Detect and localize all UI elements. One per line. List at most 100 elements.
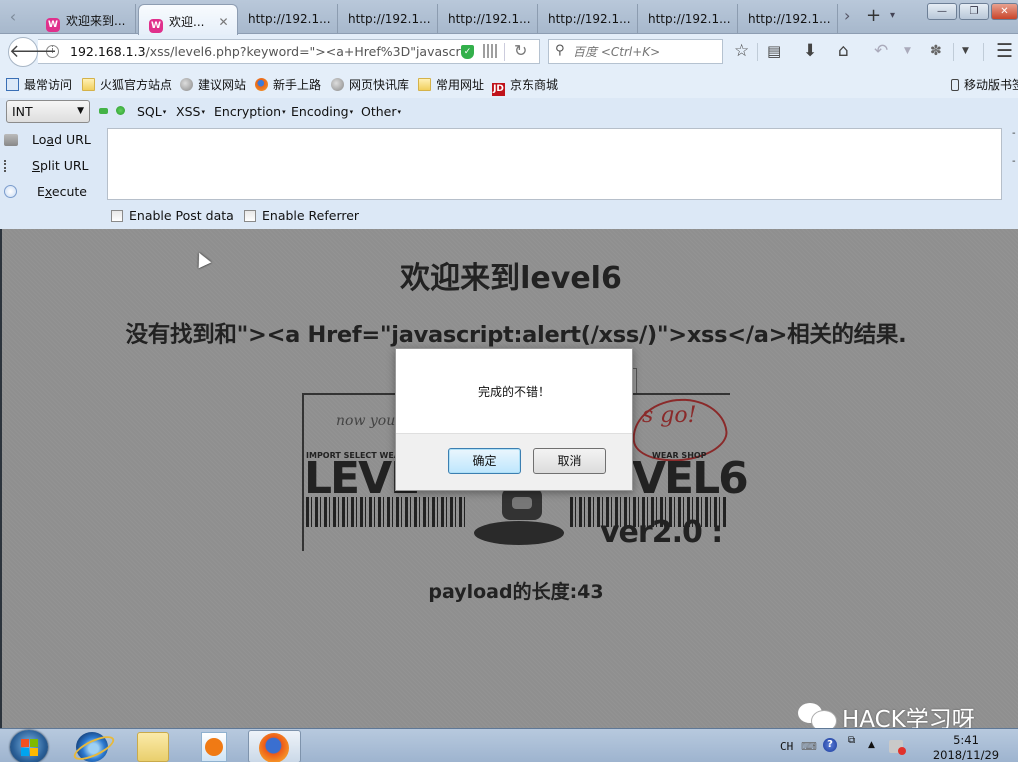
- firebug-icon[interactable]: ✽: [930, 41, 942, 61]
- home-icon[interactable]: ⌂: [838, 41, 849, 61]
- bookmark-getting-started[interactable]: 新手上路: [255, 76, 321, 93]
- tab-1[interactable]: W 欢迎来到...: [36, 4, 136, 34]
- tab-close-icon[interactable]: ✕: [218, 15, 228, 29]
- alert-dialog: 完成的不错！ 确定 取消: [395, 348, 633, 491]
- windows-explorer-icon[interactable]: [137, 732, 169, 762]
- search-icon: [6, 78, 19, 91]
- globe-icon: [180, 78, 193, 91]
- execute-button[interactable]: Execute: [4, 184, 87, 199]
- level-text-right: VEL6: [632, 453, 749, 504]
- menu-encryption[interactable]: Encryption▾: [214, 104, 286, 119]
- dropdown-icon: ▾: [282, 108, 286, 116]
- new-tab-button[interactable]: +: [866, 6, 881, 26]
- tab-label: http://192.1...: [248, 12, 331, 26]
- firefox-icon: [259, 733, 289, 762]
- windows-switch-icon[interactable]: ⧉: [848, 735, 855, 746]
- keyboard-icon[interactable]: ⌨: [801, 740, 817, 753]
- start-button[interactable]: [10, 730, 48, 762]
- shield-check-icon[interactable]: ✓: [461, 45, 474, 59]
- increase-button[interactable]: [116, 106, 125, 115]
- menu-xss[interactable]: XSS▾: [176, 104, 205, 119]
- tab-2-active[interactable]: W 欢迎... ✕: [138, 4, 238, 35]
- url-bar[interactable]: i 192.168.1.3/xss/level6.php?keyword="><…: [38, 39, 540, 64]
- search-bar[interactable]: ⚲: [548, 39, 723, 64]
- dropdown-icon[interactable]: ▼: [962, 41, 969, 61]
- checkbox[interactable]: [111, 210, 123, 222]
- tab-6[interactable]: http://192.1...: [538, 4, 638, 34]
- qr-code-icon[interactable]: [483, 44, 497, 58]
- bookmarks-toolbar: 最常访问 火狐官方站点 建议网站 新手上路 网页快讯库 常用网址 JD 京东商城 …: [0, 68, 1018, 98]
- divider: [983, 43, 984, 61]
- bookmark-common-sites[interactable]: 常用网址: [418, 76, 484, 93]
- menu-other[interactable]: Other▾: [361, 104, 401, 119]
- downloads-icon[interactable]: ⬇: [803, 41, 817, 61]
- folder-icon: [82, 78, 95, 91]
- minimize-button[interactable]: —: [927, 3, 957, 20]
- help-icon[interactable]: ?: [823, 738, 837, 752]
- bookmark-star-icon[interactable]: ☆: [734, 41, 749, 61]
- system-clock[interactable]: 5:41 2018/11/29: [928, 733, 1004, 762]
- navigation-toolbar: i 192.168.1.3/xss/level6.php?keyword="><…: [0, 34, 1018, 68]
- language-indicator[interactable]: CH: [780, 740, 793, 753]
- ok-button[interactable]: 确定: [448, 448, 521, 474]
- wechat-icon: [798, 703, 836, 731]
- dropdown-icon: ▾: [349, 108, 354, 116]
- globe-icon: [331, 78, 344, 91]
- tab-label: 欢迎来到...: [66, 14, 126, 28]
- show-hidden-icons-button[interactable]: ▲: [868, 740, 875, 750]
- tab-label: 欢迎...: [169, 15, 205, 29]
- restore-button[interactable]: ❐: [959, 3, 989, 20]
- clock-date: 2018/11/29: [932, 748, 1000, 762]
- load-url-icon: [4, 134, 18, 146]
- reload-icon[interactable]: ↻: [514, 41, 527, 60]
- close-window-button[interactable]: ✕: [991, 3, 1018, 20]
- reading-list-icon[interactable]: ▤: [767, 41, 781, 61]
- mobile-bookmarks[interactable]: 移动版书签: [951, 76, 1018, 93]
- alert-message: 完成的不错！: [477, 385, 550, 399]
- load-url-button[interactable]: Load URL: [4, 132, 91, 147]
- hackbar-url-textarea[interactable]: [107, 128, 1002, 200]
- tab-4[interactable]: http://192.1...: [338, 4, 438, 34]
- tab-label: http://192.1...: [748, 12, 831, 26]
- windows-taskbar: CH ⌨ ? ⧉ ▲ 5:41 2018/11/29: [0, 728, 1018, 762]
- tab-scroll-left-button[interactable]: ‹: [6, 8, 20, 26]
- robot-eyes: [512, 497, 532, 509]
- decrease-button[interactable]: [99, 108, 108, 114]
- resize-mark: -: [1012, 128, 1016, 139]
- firefox-icon: [255, 78, 268, 91]
- menu-sql[interactable]: SQL▾: [137, 104, 166, 119]
- menu-icon[interactable]: ☰: [996, 41, 1013, 61]
- tab-5[interactable]: http://192.1...: [438, 4, 538, 34]
- enable-post-data-checkbox[interactable]: Enable Post data: [111, 208, 234, 223]
- tab-3[interactable]: http://192.1...: [238, 4, 338, 34]
- undo-icon[interactable]: ↶: [874, 41, 888, 61]
- bookmark-jd[interactable]: JD 京东商城: [492, 76, 558, 96]
- robot-base: [474, 521, 564, 545]
- volume-muted-icon[interactable]: [889, 740, 906, 755]
- menu-encoding[interactable]: Encoding▾: [291, 104, 353, 119]
- tab-list-button[interactable]: ▾: [890, 6, 895, 26]
- tab-label: http://192.1...: [648, 12, 731, 26]
- media-player-icon[interactable]: [201, 732, 227, 762]
- enable-referrer-checkbox[interactable]: Enable Referrer: [244, 208, 359, 223]
- phone-icon: [951, 79, 959, 91]
- bookmark-firefox-sites[interactable]: 火狐官方站点: [82, 76, 172, 93]
- bookmark-web-slices[interactable]: 网页快讯库: [331, 76, 409, 93]
- dropdown-icon[interactable]: ▼: [904, 41, 911, 61]
- tab-7[interactable]: http://192.1...: [638, 4, 738, 34]
- checkbox[interactable]: [244, 210, 256, 222]
- hackbar-type-select[interactable]: INT ▼: [6, 100, 90, 123]
- tab-8[interactable]: http://192.1...: [738, 4, 838, 34]
- split-url-button[interactable]: Split URL: [4, 158, 89, 173]
- version-text: ver2.0 :: [600, 515, 723, 550]
- bookmark-most-visited[interactable]: 最常访问: [6, 76, 72, 93]
- cancel-button[interactable]: 取消: [533, 448, 606, 474]
- search-input[interactable]: [573, 43, 718, 60]
- internet-explorer-icon[interactable]: [76, 732, 108, 762]
- url-input[interactable]: 192.168.1.3/xss/level6.php?keyword="><a+…: [70, 44, 462, 59]
- tab-scroll-right-button[interactable]: ›: [844, 6, 850, 26]
- firefox-taskbar-button[interactable]: [248, 730, 301, 762]
- search-result-text: 没有找到和"><a Href="javascript:alert(/xss/)"…: [125, 322, 907, 348]
- bookmark-suggested[interactable]: 建议网站: [180, 76, 246, 93]
- back-button[interactable]: 🡐: [8, 37, 57, 67]
